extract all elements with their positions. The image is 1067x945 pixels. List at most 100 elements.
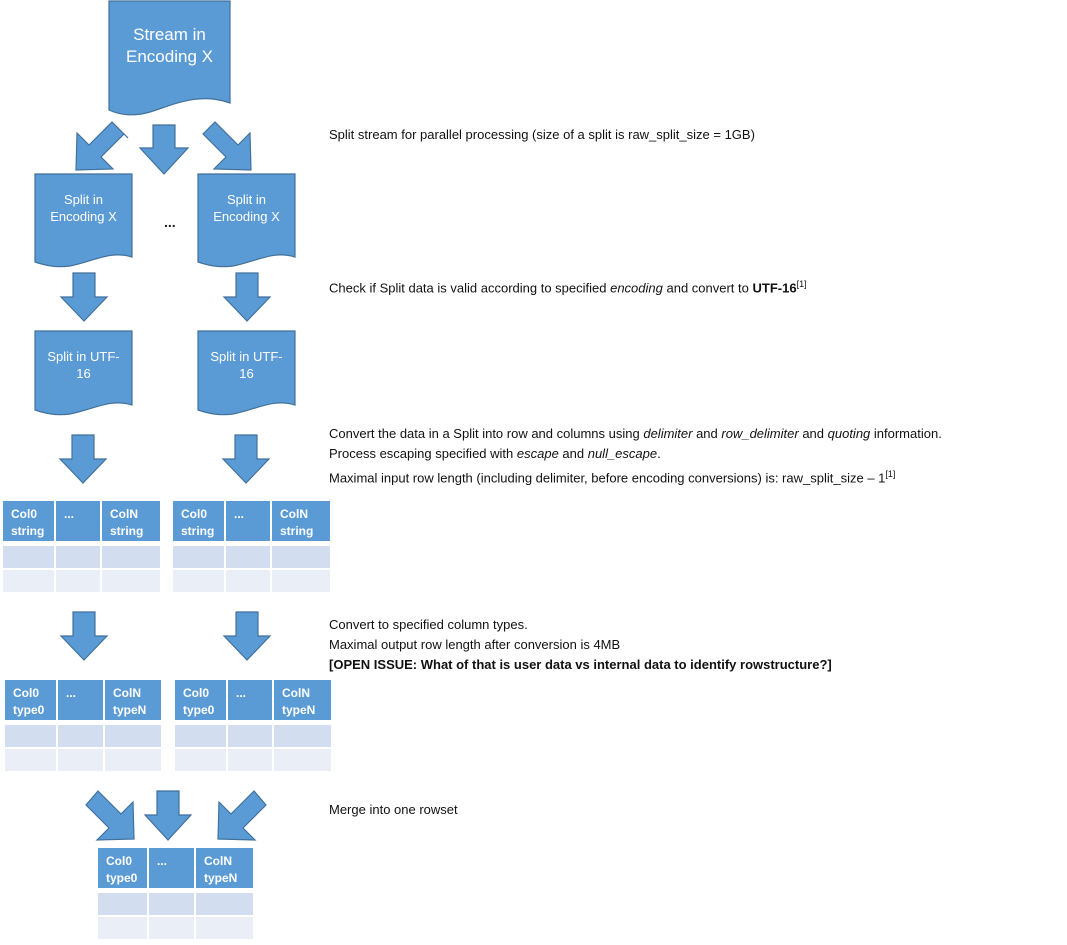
table-header-cell: ColN typeN xyxy=(274,680,331,720)
note-check: Check if Split data is valid according t… xyxy=(329,274,807,298)
header-type: type0 xyxy=(13,703,45,717)
table-header-cell: Col0 type0 xyxy=(5,680,56,720)
header-type: string xyxy=(280,524,314,538)
merge-arrow-left xyxy=(85,790,135,841)
open-issue-text: [OPEN ISSUE: What of that is user data v… xyxy=(329,657,832,672)
header-name: ColN xyxy=(110,507,138,521)
table-row-cell xyxy=(175,749,226,771)
note-check-text2: and convert to xyxy=(662,280,753,296)
table-header-cell: Col0 string xyxy=(3,501,54,541)
split-arrow-center xyxy=(138,124,190,175)
convert-arrow-left xyxy=(59,272,109,322)
table-row-cell xyxy=(226,570,270,592)
table-row-cell xyxy=(274,725,331,747)
note-check-encoding: encoding xyxy=(610,280,663,296)
table-row-cell xyxy=(196,893,253,915)
note-convert-line1: Convert the data in a Split into row and… xyxy=(329,424,942,444)
table-row-cell xyxy=(98,917,147,939)
split-ellipsis: ... xyxy=(164,214,176,230)
note-convert-line3: Maximal input row length (including deli… xyxy=(329,464,942,488)
split-doc-line2: Encoding X xyxy=(213,208,280,224)
utf16-document-right: Split in UTF- 16 xyxy=(198,349,295,383)
header-name: Col0 xyxy=(106,854,133,868)
header-type: typeN xyxy=(113,703,147,717)
split-doc-line2: Encoding X xyxy=(50,208,117,224)
table-row-cell xyxy=(149,917,194,939)
text: information. xyxy=(870,426,942,441)
text: and xyxy=(798,426,828,441)
table-row-cell xyxy=(274,749,331,771)
table-row-cell xyxy=(56,546,100,568)
table-row-cell xyxy=(105,725,161,747)
table-header-cell: ... xyxy=(56,501,100,541)
table-header-cell: Col0 type0 xyxy=(175,680,226,720)
merge-arrow-right xyxy=(217,790,267,841)
table-row-cell xyxy=(228,749,272,771)
text: and xyxy=(692,426,722,441)
utf16-document-left: Split in UTF- 16 xyxy=(35,349,132,383)
text: Maximal input row length (including deli… xyxy=(329,470,886,486)
header-type: type0 xyxy=(183,703,215,717)
note-types: Convert to specified column types. Maxim… xyxy=(329,615,832,675)
table-header-cell: ... xyxy=(228,680,272,720)
table-row-cell xyxy=(175,725,226,747)
parse-arrow-right xyxy=(221,434,271,484)
merge-arrow-center xyxy=(143,790,193,841)
stream-document-line2: Encoding X xyxy=(126,47,213,67)
note-convert: Convert the data in a Split into row and… xyxy=(329,424,942,488)
header-type: string xyxy=(110,524,144,538)
utf-doc-line2: 16 xyxy=(76,365,91,381)
header-name: ... xyxy=(157,854,168,868)
parse-arrow-left xyxy=(58,434,108,484)
table-header-cell: ColN string xyxy=(102,501,160,541)
table-header-cell: ... xyxy=(149,848,194,888)
header-name: Col0 xyxy=(181,507,208,521)
utf-doc-line1: Split in UTF- xyxy=(47,349,120,364)
text: and xyxy=(558,446,588,461)
header-name: ColN xyxy=(280,507,308,521)
table-row-cell xyxy=(149,893,194,915)
split-arrow-right xyxy=(202,121,252,171)
table-row-cell xyxy=(3,570,54,592)
note-check-text: Check if Split data is valid according t… xyxy=(329,280,611,296)
header-name: ColN xyxy=(113,686,141,700)
note-types-line2: Maximal output row length after conversi… xyxy=(329,637,621,652)
table-row-cell xyxy=(226,546,270,568)
utf-doc-line1: Split in UTF- xyxy=(210,349,283,364)
table-header-cell: Col0 type0 xyxy=(98,848,147,888)
table-row-cell xyxy=(196,917,253,939)
header-name: ... xyxy=(236,686,247,700)
header-name: ... xyxy=(66,686,77,700)
text: Convert the data in a Split into row and… xyxy=(329,426,644,441)
table-header-cell: ... xyxy=(226,501,270,541)
term-quoting: quoting xyxy=(827,426,871,441)
table-row-cell xyxy=(102,546,160,568)
term-delimiter: delimiter xyxy=(643,426,693,441)
table-header-cell: ColN typeN xyxy=(196,848,253,888)
split-arrow-left xyxy=(75,121,129,171)
split-doc-line1: Split in xyxy=(63,192,104,207)
note-convert-line2: Process escaping specified with escape a… xyxy=(329,444,942,464)
stream-document: Stream in Encoding X xyxy=(109,24,230,68)
footnote-ref: [1] xyxy=(796,279,807,289)
table-row-cell xyxy=(272,546,330,568)
term-row-delimiter: row_delimiter xyxy=(721,426,799,441)
term-escape: escape xyxy=(516,446,559,461)
table-row-cell xyxy=(5,725,56,747)
stream-document-line1: Stream in xyxy=(133,25,206,44)
text: . xyxy=(657,446,661,461)
header-name: Col0 xyxy=(183,686,210,700)
header-name: Col0 xyxy=(13,686,40,700)
header-type: string xyxy=(181,524,215,538)
table-header-cell: ... xyxy=(58,680,103,720)
header-name: ColN xyxy=(282,686,310,700)
header-type: typeN xyxy=(282,703,316,717)
table-row-cell xyxy=(105,749,161,771)
table-header-cell: ColN typeN xyxy=(105,680,161,720)
table-row-cell xyxy=(228,725,272,747)
text: Process escaping specified with xyxy=(329,446,517,461)
table-header-cell: ColN string xyxy=(272,501,330,541)
header-type: string xyxy=(11,524,45,538)
table-row-cell xyxy=(58,725,103,747)
header-name: Col0 xyxy=(11,507,38,521)
